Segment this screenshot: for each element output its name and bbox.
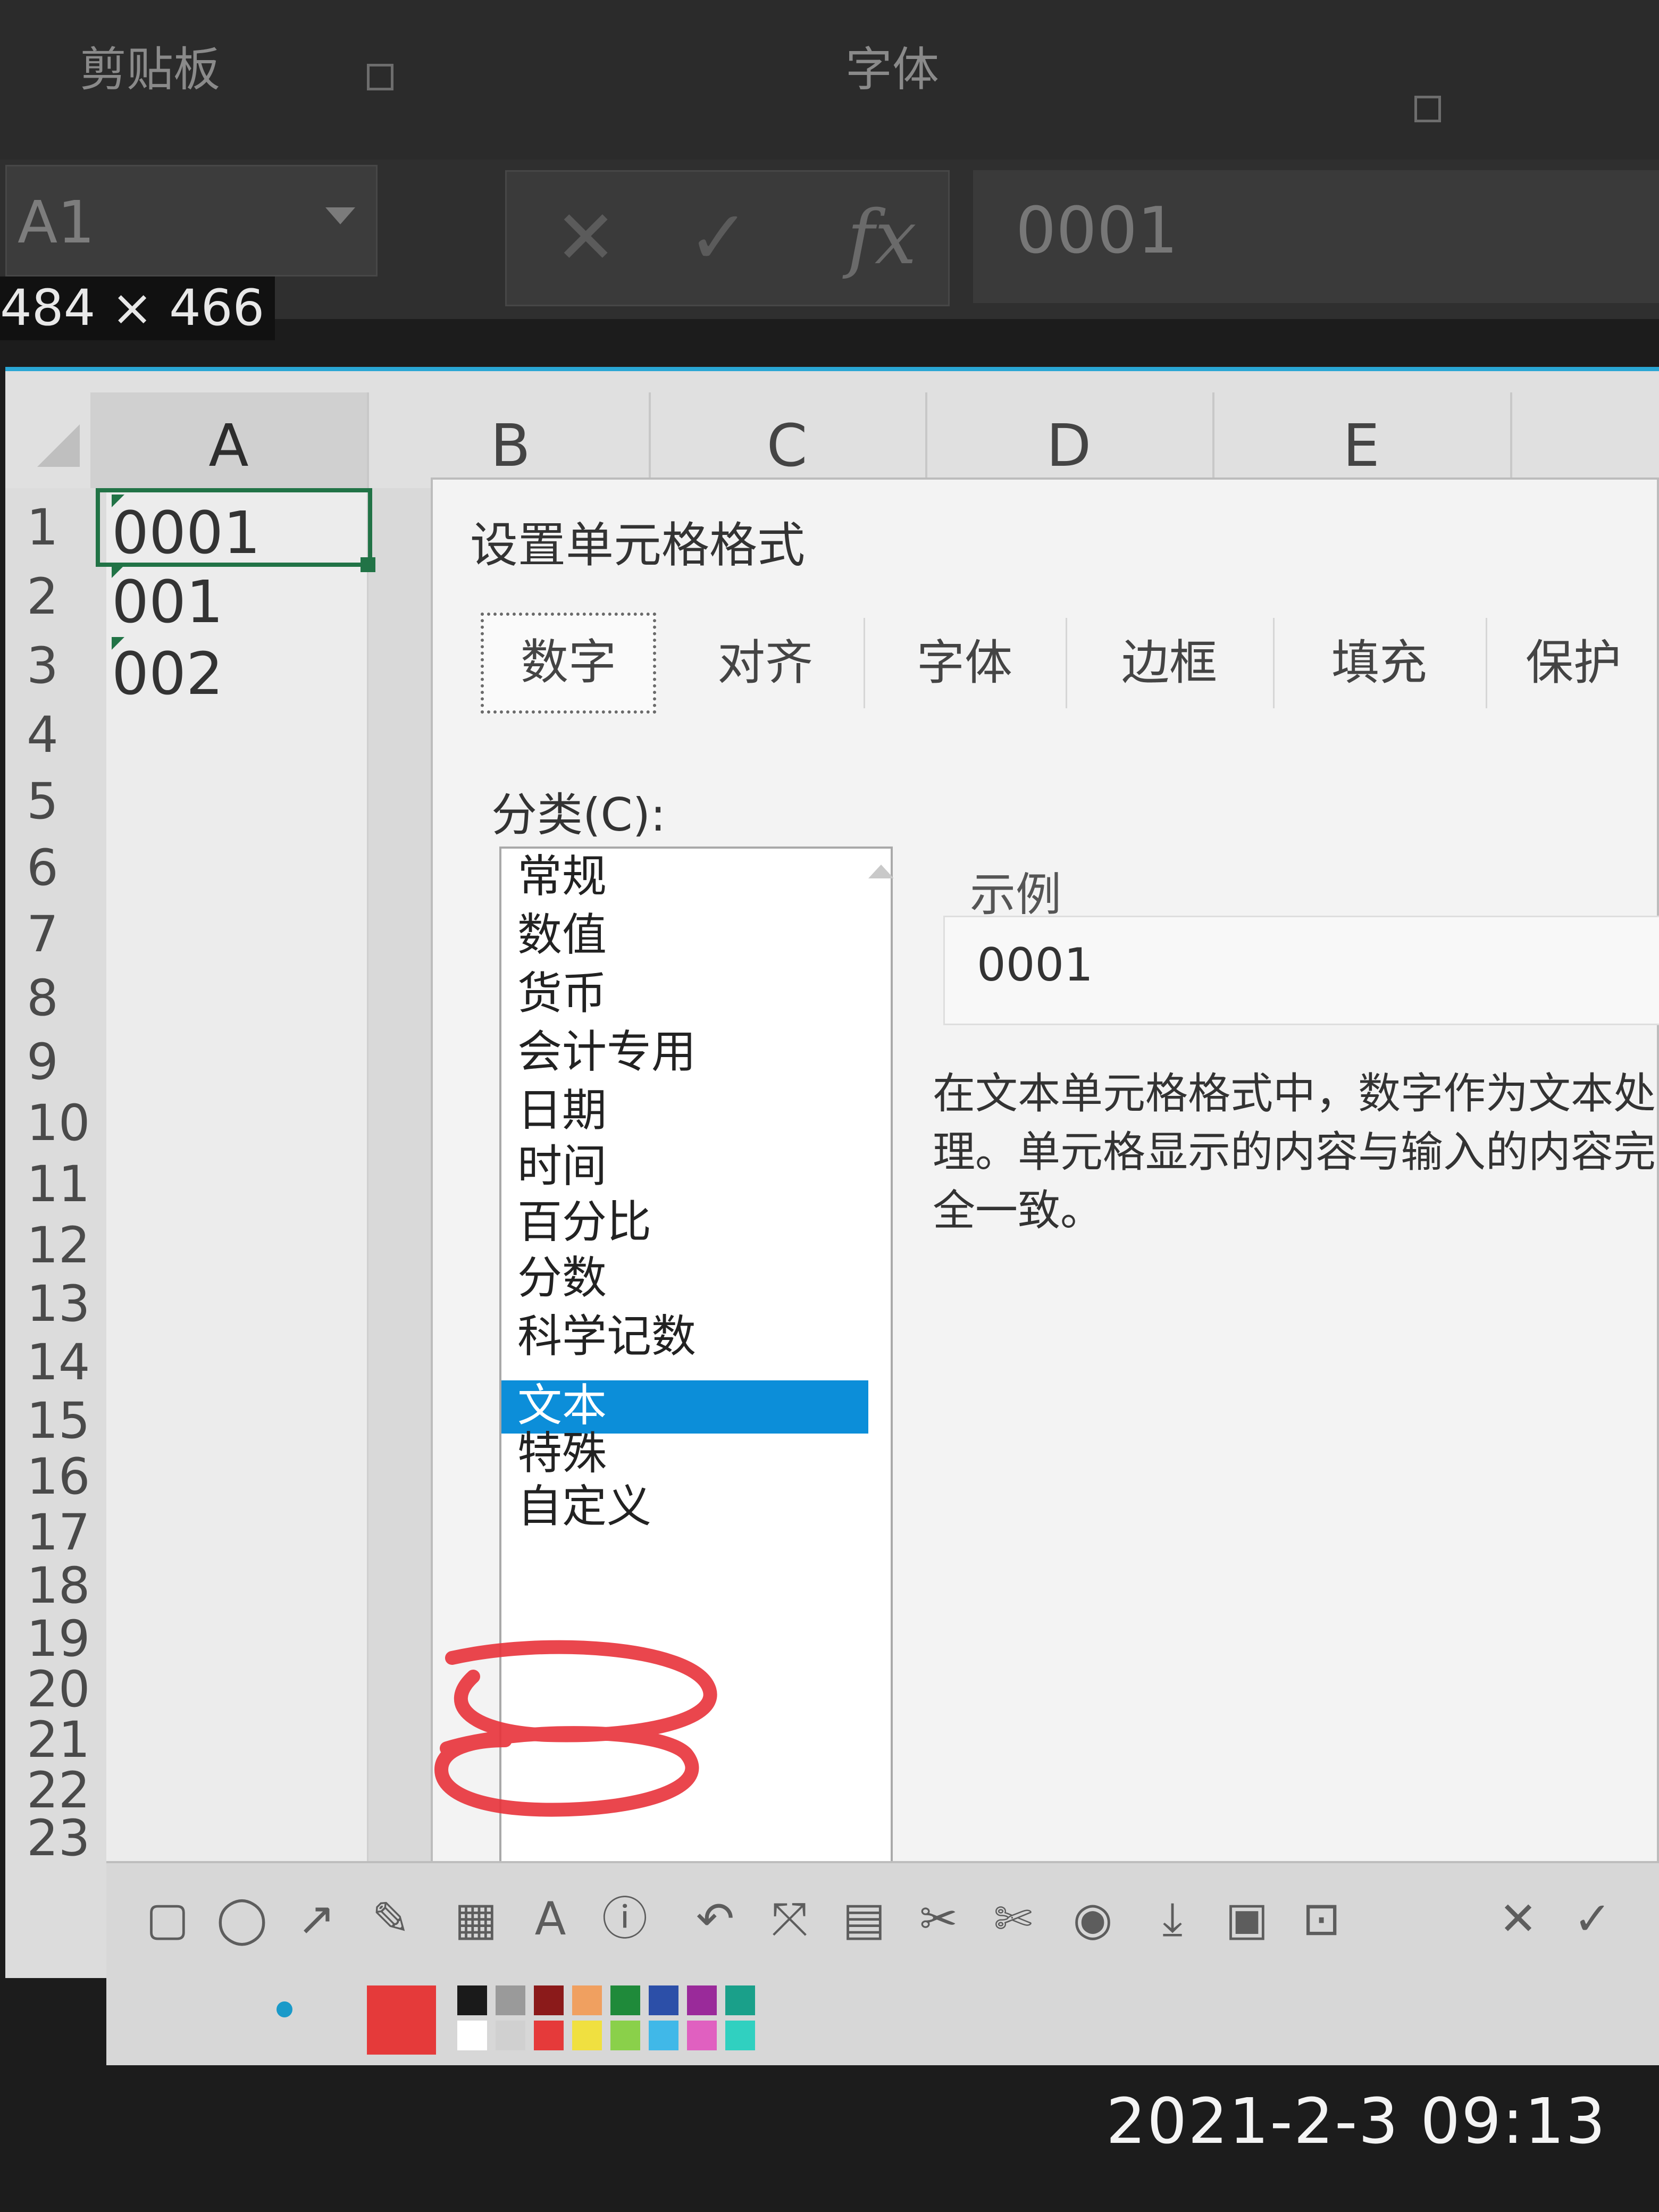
cell-a3[interactable]: 002: [112, 640, 223, 708]
color-swatch[interactable]: [687, 1985, 717, 2015]
brush-size-small[interactable]: [276, 2001, 292, 2017]
select-all-button[interactable]: [37, 424, 80, 467]
category-percentage[interactable]: 百分比: [517, 1194, 651, 1250]
formula-input[interactable]: 0001: [973, 170, 1659, 303]
color-swatch[interactable]: [534, 2021, 564, 2050]
pin-icon[interactable]: ⤧: [760, 1890, 819, 1948]
color-swatch[interactable]: [572, 1985, 602, 2015]
font-group-label: 字体: [845, 42, 940, 97]
category-currency[interactable]: 货币: [517, 966, 607, 1021]
photo-timestamp: 2021-2-3 09:13: [1106, 2084, 1607, 2158]
sample-label: 示例: [970, 868, 1061, 921]
color-swatch[interactable]: [496, 1985, 525, 2015]
crop-icon[interactable]: ✂: [909, 1890, 968, 1948]
scroll-up-icon[interactable]: [868, 865, 894, 878]
color-swatch[interactable]: [649, 1985, 678, 2015]
mosaic-tool-icon[interactable]: ▦: [447, 1890, 505, 1948]
color-palette: [457, 1985, 925, 2055]
column-header-a[interactable]: A: [90, 392, 369, 499]
undo-icon[interactable]: ↶: [686, 1890, 744, 1948]
tab-border[interactable]: 边框: [1066, 618, 1275, 708]
ribbon: 剪贴板 字体: [0, 0, 1659, 160]
clipboard-launcher-icon[interactable]: [367, 64, 393, 90]
sample-value: 0001: [977, 939, 1093, 992]
screen-capture-frame: A B C D E 1 2 3 4 5 6 7 8 9 10 11 12 13 …: [5, 367, 1659, 1978]
insert-function-icon[interactable]: fx: [847, 198, 917, 278]
category-number[interactable]: 数值: [517, 907, 607, 963]
current-color-swatch[interactable]: [367, 1985, 436, 2055]
color-swatch[interactable]: [610, 2021, 640, 2050]
category-date[interactable]: 日期: [517, 1083, 607, 1138]
dialog-title: 设置单元格格式: [470, 517, 805, 573]
text-number-indicator-icon: [112, 565, 124, 578]
color-swatch[interactable]: [687, 2021, 717, 2050]
annotation-toolbar: ▢ ◯ ↗ ✎ ▦ A ⓘ ↶ ⤧ ▤ ✂ ✄ ◉ ⤓ ▣ ⊡ ✕ ✓: [106, 1861, 1659, 2065]
color-swatch[interactable]: [457, 2021, 487, 2050]
clipboard-group-label: 剪贴板: [80, 42, 221, 97]
close-icon[interactable]: ✕: [1489, 1890, 1547, 1948]
formula-buttons: ✕ ✓ fx: [505, 170, 950, 306]
text-tool-icon[interactable]: A: [521, 1890, 580, 1948]
rectangle-tool-icon[interactable]: ▢: [138, 1890, 197, 1948]
capture-size-readout: 484 × 466: [0, 276, 275, 340]
color-swatch[interactable]: [610, 1985, 640, 2015]
column-header-row: A B C D E: [5, 371, 1659, 499]
download-icon[interactable]: ⤓: [1143, 1890, 1202, 1948]
category-special[interactable]: 特殊: [517, 1426, 607, 1481]
category-label: 分类(C):: [491, 789, 666, 842]
arrow-tool-icon[interactable]: ↗: [287, 1890, 346, 1948]
font-launcher-icon[interactable]: [1414, 96, 1441, 122]
category-fraction[interactable]: 分数: [517, 1250, 607, 1306]
category-custom[interactable]: 自定义: [517, 1479, 651, 1535]
tab-font[interactable]: 字体: [864, 618, 1067, 708]
cell-a2[interactable]: 001: [112, 568, 223, 636]
ellipse-tool-icon[interactable]: ◯: [213, 1890, 271, 1948]
row-header-column: 1 2 3 4 5 6 7 8 9 10 11 12 13 14 15 16 1…: [5, 488, 122, 1978]
color-swatch[interactable]: [496, 2021, 525, 2050]
tab-number[interactable]: 数字: [481, 613, 656, 714]
color-swatch[interactable]: [572, 2021, 602, 2050]
pencil-tool-icon[interactable]: ✎: [362, 1890, 420, 1948]
text-number-indicator-icon: [112, 637, 124, 650]
tab-protection[interactable]: 保护: [1486, 618, 1659, 708]
color-swatch[interactable]: [649, 2021, 678, 2050]
tab-fill[interactable]: 填充: [1273, 618, 1487, 708]
dialog-tabs: 数字 对齐 字体 边框 填充 保护: [470, 613, 1659, 714]
fill-handle[interactable]: [361, 557, 375, 572]
cancel-icon[interactable]: ✕: [555, 198, 617, 278]
color-swatch[interactable]: [725, 2021, 755, 2050]
color-swatch[interactable]: [725, 1985, 755, 2015]
category-general[interactable]: 常规: [517, 849, 607, 904]
copy-icon[interactable]: ⊡: [1292, 1890, 1351, 1948]
record-icon[interactable]: ◉: [1063, 1890, 1122, 1948]
enter-icon[interactable]: ✓: [688, 198, 750, 278]
category-accounting[interactable]: 会计专用: [517, 1024, 696, 1080]
number-tool-icon[interactable]: ⓘ: [596, 1890, 654, 1948]
color-swatch[interactable]: [457, 1985, 487, 2015]
translate-icon[interactable]: ✄: [984, 1890, 1042, 1948]
red-circle-annotation: [434, 1640, 717, 1817]
format-description: 在文本单元格格式中，数字作为文本处理。单元格显示的内容与输入的内容完全一致。: [933, 1069, 1656, 1235]
name-box[interactable]: A1: [5, 165, 378, 276]
color-swatch[interactable]: [534, 1985, 564, 2015]
tab-alignment[interactable]: 对齐: [667, 618, 865, 708]
category-time[interactable]: 时间: [517, 1138, 607, 1194]
active-cell-border: [96, 488, 372, 567]
ocr-icon[interactable]: ▤: [835, 1890, 893, 1948]
save-icon[interactable]: ▣: [1218, 1890, 1276, 1948]
column-a-cells: 0001 001 002: [106, 488, 368, 1978]
name-box-dropdown-icon[interactable]: [325, 207, 355, 224]
category-scientific[interactable]: 科学记数: [517, 1309, 696, 1364]
sample-box: 0001: [943, 916, 1659, 1025]
confirm-icon[interactable]: ✓: [1563, 1890, 1622, 1948]
